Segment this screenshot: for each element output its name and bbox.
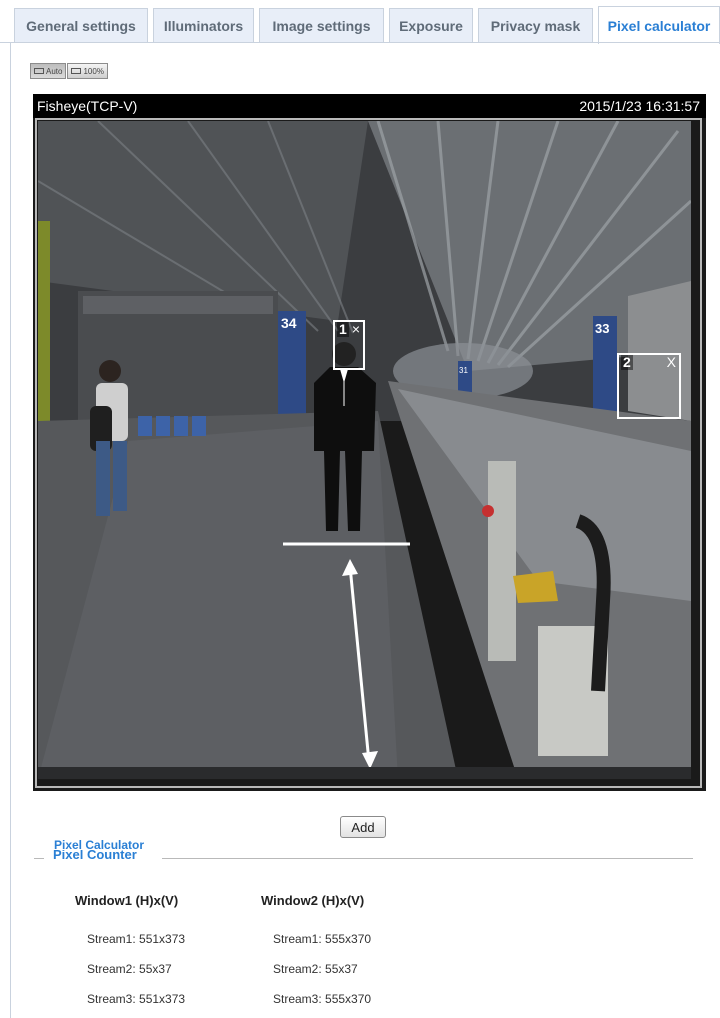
window1-stream2: Stream2: 55x37	[87, 962, 172, 976]
actual-size-icon	[71, 68, 82, 74]
live-video-viewer[interactable]: Fisheye(TCP-V) 2015/1/23 16:31:57 34 33 …	[33, 94, 706, 791]
view-mode-toggle: Auto 100%	[30, 63, 108, 79]
roi-window-1[interactable]: 1 ×	[333, 320, 365, 370]
tab-exposure[interactable]: Exposure	[389, 8, 473, 43]
window2-header: Window2 (H)x(V)	[261, 893, 365, 908]
view-100-button[interactable]: 100%	[67, 63, 108, 79]
stream-name: Fisheye(TCP-V)	[37, 98, 138, 114]
fieldset-border-left	[34, 858, 44, 859]
svg-text:33: 33	[595, 321, 609, 336]
camera-scene: 34 33 31	[38, 121, 691, 779]
tab-general-settings[interactable]: General settings	[14, 8, 148, 43]
window1-header: Window1 (H)x(V)	[75, 893, 179, 908]
window1-column: Window1 (H)x(V)	[75, 893, 178, 913]
window2-stream3: Stream3: 555x370	[273, 992, 372, 1006]
roi-2-close-icon[interactable]: X	[667, 354, 676, 370]
window1-stream1: Stream1: 551x373	[87, 932, 186, 946]
svg-text:31: 31	[459, 366, 468, 375]
view-100-label: 100%	[83, 66, 104, 76]
roi-1-number: 1	[337, 321, 349, 337]
tab-image-settings[interactable]: Image settings	[259, 8, 384, 43]
panel-left-border	[10, 43, 11, 1018]
roi-window-2[interactable]: 2 X	[617, 353, 681, 419]
window1-stream3: Stream3: 551x373	[87, 992, 186, 1006]
fieldset-legend: Pixel Counter	[53, 850, 137, 862]
window2-stream2: Stream2: 55x37	[273, 962, 358, 976]
video-title-bar: Fisheye(TCP-V) 2015/1/23 16:31:57	[33, 94, 706, 118]
tab-divider	[0, 42, 720, 43]
window2-stream1: Stream1: 555x370	[273, 932, 372, 946]
settings-tab-bar: General settings Illuminators Image sett…	[0, 0, 720, 44]
view-auto-label: Auto	[46, 66, 63, 76]
tab-pixel-calculator[interactable]: Pixel calculator	[598, 6, 720, 44]
view-auto-button[interactable]: Auto	[30, 63, 67, 79]
roi-1-close-icon[interactable]: ×	[352, 321, 360, 337]
tab-illuminators[interactable]: Illuminators	[153, 8, 254, 43]
video-timestamp: 2015/1/23 16:31:57	[579, 98, 700, 114]
fit-icon	[34, 68, 44, 74]
roi-2-number: 2	[621, 354, 633, 370]
tab-privacy-mask[interactable]: Privacy mask	[478, 8, 593, 43]
fieldset-border-right	[162, 858, 693, 859]
svg-text:34: 34	[281, 315, 297, 331]
add-button[interactable]: Add	[340, 816, 386, 838]
window2-column: Window2 (H)x(V)	[261, 893, 364, 913]
